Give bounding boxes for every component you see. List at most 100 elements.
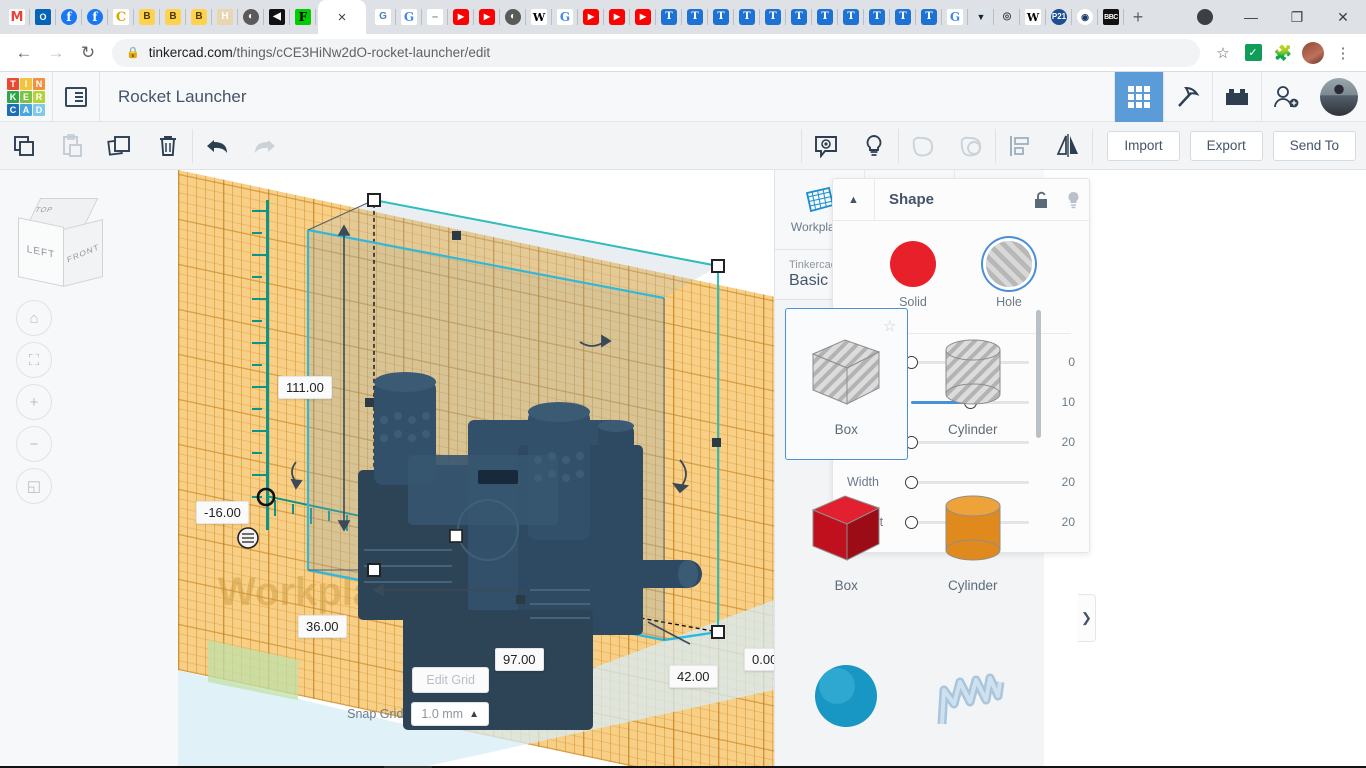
address-bar[interactable]: 🔒 tinkercad.com /things/cCE3HiNw2dO-rock… — [112, 39, 1200, 67]
fit-all-button[interactable]: ⛶ — [16, 342, 52, 378]
tab-favicon-wikipedia[interactable]: W — [526, 0, 552, 34]
tab-favicon-globe[interactable]: ◐ — [238, 0, 264, 34]
edit-grid-button[interactable]: Edit Grid — [412, 667, 489, 693]
active-tab[interactable]: × — [318, 0, 366, 34]
user-avatar[interactable] — [1320, 78, 1358, 116]
lightbulb-button[interactable] — [850, 122, 898, 170]
extension-green-icon[interactable]: ✓ — [1238, 38, 1268, 68]
close-window-button[interactable]: ✕ — [1320, 0, 1366, 34]
copy-button[interactable] — [0, 122, 48, 170]
close-tab-icon[interactable]: × — [338, 10, 347, 25]
tab-favicon-eye[interactable]: ◉ — [1072, 0, 1098, 34]
shape-item-box-hole[interactable]: ☆Box — [785, 308, 908, 460]
tab-favicon-tinkercad[interactable]: T — [838, 0, 864, 34]
tab-favicon-p21[interactable]: P21 — [1046, 0, 1072, 34]
maximize-button[interactable]: ❐ — [1274, 0, 1320, 34]
duplicate-button[interactable] — [96, 122, 144, 170]
tab-favicon-wikipedia[interactable]: W — [1020, 0, 1046, 34]
tab-favicon-google[interactable]: G — [396, 0, 422, 34]
tab-favicon-google[interactable]: G — [552, 0, 578, 34]
back-button[interactable]: ← — [8, 37, 40, 69]
project-menu-button[interactable] — [52, 72, 100, 122]
browser-menu-icon[interactable]: ⋮ — [1328, 38, 1358, 68]
shape-item-box-red[interactable]: Box — [785, 464, 908, 616]
tab-favicon-youtube[interactable]: ▶ — [630, 0, 656, 34]
tab-favicon-tinkercad[interactable]: T — [786, 0, 812, 34]
profile-avatar-icon[interactable] — [1298, 38, 1328, 68]
tab-favicon-tinkercad[interactable]: T — [656, 0, 682, 34]
view-cube[interactable]: TOP LEFT FRONT — [18, 198, 106, 290]
tab-favicon-bee[interactable]: B — [134, 0, 160, 34]
extensions-icon[interactable]: 🧩 — [1268, 38, 1298, 68]
zoom-in-button[interactable]: + — [16, 384, 52, 420]
shape-item-cylinder-hole[interactable]: Cylinder — [912, 308, 1035, 460]
tab-favicon-facebook[interactable]: f — [56, 0, 82, 34]
header-tool-designs[interactable] — [1114, 72, 1163, 122]
tab-favicon-grammarly[interactable]: G — [370, 0, 396, 34]
tinkercad-logo[interactable]: TINKERCAD — [0, 78, 52, 116]
visibility-bulb-icon[interactable] — [1057, 179, 1089, 221]
undo-button[interactable] — [193, 122, 241, 170]
tab-favicon-speaker[interactable]: ◀ — [264, 0, 290, 34]
tab-favicon-youtube[interactable]: ▶ — [474, 0, 500, 34]
mirror-button[interactable] — [1044, 122, 1092, 170]
shape-type-hole[interactable]: Hole — [986, 241, 1032, 309]
bookmark-star-icon[interactable]: ☆ — [1208, 38, 1238, 68]
tab-favicon-facebook[interactable]: f — [82, 0, 108, 34]
height-dim[interactable]: 111.00 — [278, 376, 332, 399]
shape-item-sphere-blue[interactable] — [785, 620, 908, 766]
shape-type-solid[interactable]: Solid — [890, 241, 936, 309]
tab-favicon-youtube[interactable]: ▶ — [604, 0, 630, 34]
tab-favicon-chrome[interactable]: ◎ — [994, 0, 1020, 34]
export-button[interactable]: Export — [1190, 131, 1263, 161]
tab-favicon-tinkercad[interactable]: T — [864, 0, 890, 34]
view-cube-front-face[interactable]: FRONT — [63, 219, 103, 287]
header-tool-codeblocks[interactable] — [1163, 72, 1212, 122]
tab-favicon-tinkercad[interactable]: T — [890, 0, 916, 34]
tab-favicon-youtube[interactable]: ▶ — [578, 0, 604, 34]
tab-favicon-youtube[interactable]: ▶ — [448, 0, 474, 34]
tab-favicon-tinkercad[interactable]: T — [708, 0, 734, 34]
shape-item-scribble[interactable] — [912, 620, 1035, 766]
minimize-button[interactable]: — — [1228, 0, 1274, 34]
favorite-star-icon[interactable]: ☆ — [883, 317, 896, 335]
align-button[interactable] — [996, 122, 1044, 170]
tab-favicon-coursera[interactable]: C — [108, 0, 134, 34]
home-view-button[interactable]: ⌂ — [16, 300, 52, 336]
tab-favicon-blank[interactable]: – — [422, 0, 448, 34]
import-button[interactable]: Import — [1107, 131, 1179, 161]
tab-favicon-tinkercad[interactable]: T — [734, 0, 760, 34]
comment-button[interactable] — [802, 122, 850, 170]
tab-favicon-globe[interactable]: ◐ — [500, 0, 526, 34]
shape-list-scrollbar[interactable] — [1036, 310, 1041, 438]
header-tool-blocks[interactable] — [1212, 72, 1261, 122]
expand-panel-button[interactable]: ❯ — [1078, 594, 1096, 642]
profile-icon[interactable] — [1182, 0, 1228, 34]
tab-favicon-tinkercad[interactable]: T — [682, 0, 708, 34]
tab-favicon-tinkercad[interactable]: T — [916, 0, 942, 34]
new-tab-button[interactable]: + — [1124, 0, 1152, 34]
lock-toggle-icon[interactable] — [1025, 179, 1057, 221]
header-tool-invite[interactable] — [1261, 72, 1310, 122]
delete-button[interactable] — [144, 122, 192, 170]
tab-favicon-bee[interactable]: B — [160, 0, 186, 34]
tab-favicon-fusion[interactable]: F — [290, 0, 316, 34]
front-dim[interactable]: 36.00 — [298, 615, 347, 638]
width-dim[interactable]: 42.00 — [669, 665, 718, 688]
tab-favicon-gmail[interactable]: M — [4, 0, 30, 34]
view-cube-left-face[interactable]: LEFT — [18, 217, 64, 287]
zoom-out-button[interactable]: − — [16, 426, 52, 462]
send-to-button[interactable]: Send To — [1273, 131, 1356, 161]
tab-favicon-bbc[interactable]: BBC — [1098, 0, 1124, 34]
projection-toggle-button[interactable]: ◱ — [16, 468, 52, 504]
tab-favicon-tinkercad[interactable]: T — [760, 0, 786, 34]
design-canvas[interactable]: Workplane — [178, 170, 774, 766]
tab-favicon-outlook[interactable]: O — [30, 0, 56, 34]
length-dim[interactable]: 97.00 — [495, 648, 544, 671]
reload-button[interactable]: ↻ — [72, 37, 104, 69]
snap-grid-select[interactable]: 1.0 mm ▲ — [411, 702, 489, 726]
tab-favicon-bee[interactable]: B — [186, 0, 212, 34]
tab-favicon-hat[interactable]: H — [212, 0, 238, 34]
base-dim[interactable]: 0.00 — [744, 648, 774, 671]
tab-favicon-google[interactable]: G — [942, 0, 968, 34]
